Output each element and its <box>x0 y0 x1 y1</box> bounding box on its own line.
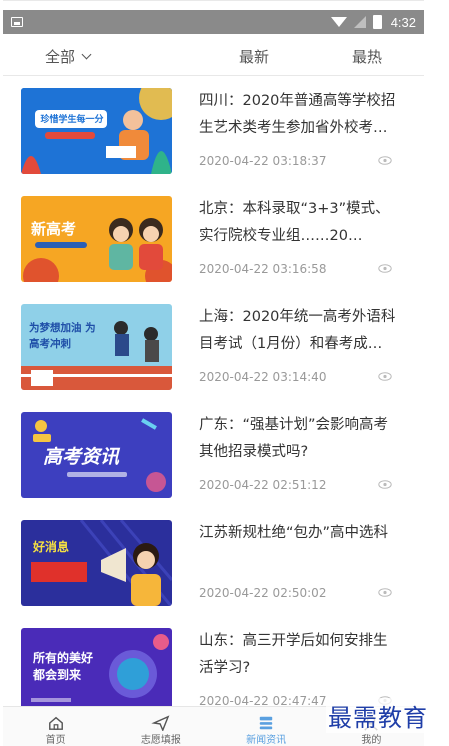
wifi-icon <box>330 17 347 27</box>
article-item[interactable]: 珍惜学生每一分 四川：2020年普通高等学校招生艺术类考生参加省外校考… 202… <box>3 78 424 186</box>
article-date: 2020-04-22 03:14:40 <box>199 370 327 384</box>
article-thumbnail: 新高考 <box>21 196 172 282</box>
tab-latest[interactable]: 最新 <box>239 46 269 67</box>
article-thumbnail: 所有的美好都会到来 <box>21 628 172 710</box>
home-icon <box>48 716 63 730</box>
thumbnail-caption: 为梦想加油 为高考冲刺 <box>29 322 96 350</box>
status-time: 4:32 <box>390 14 416 30</box>
views-eye-icon <box>378 264 392 273</box>
article-title[interactable]: 山东：高三开学后如何安排生活学习? <box>199 628 399 682</box>
article-title[interactable]: 上海：2020年统一高考外语科目考试（1月份）和春考成… <box>199 304 399 358</box>
filter-tabs: 全部 最新 最热 <box>3 36 424 76</box>
article-title[interactable]: 广东：“强基计划”会影响高考其他招录模式吗? <box>199 412 399 466</box>
status-bar: 4:32 <box>3 10 424 34</box>
tab-hottest[interactable]: 最热 <box>352 46 382 67</box>
nav-volunteer-label: 志愿填报 <box>140 735 181 746</box>
nav-news[interactable]: 新闻资讯 <box>214 707 319 746</box>
nav-volunteer[interactable]: 志愿填报 <box>108 707 213 746</box>
article-date: 2020-04-22 03:16:58 <box>199 262 327 276</box>
watermark: 最需教育 <box>326 698 430 733</box>
article-thumbnail: 为梦想加油 为高考冲刺 <box>21 304 172 390</box>
views-eye-icon <box>378 156 392 165</box>
article-item[interactable]: 新高考 北京：本科录取“3+3”模式、实行院校专业组……20… 2020-04-… <box>3 186 424 294</box>
article-date: 2020-04-22 02:50:02 <box>199 586 327 600</box>
article-thumbnail: 珍惜学生每一分 <box>21 88 172 174</box>
thumbnail-caption: 高考资讯 <box>43 446 120 468</box>
nav-news-label: 新闻资讯 <box>246 735 287 746</box>
top-divider <box>3 0 424 1</box>
thumbnail-caption: 所有的美好都会到来 <box>33 651 94 682</box>
article-item[interactable]: 为梦想加油 为高考冲刺 上海：2020年统一高考外语科目考试（1月份）和春考成…… <box>3 294 424 402</box>
article-thumbnail: 好消息 <box>21 520 172 606</box>
send-icon <box>151 715 170 731</box>
chevron-down-icon <box>81 49 92 60</box>
nav-home[interactable]: 首页 <box>3 707 108 746</box>
battery-icon <box>372 15 382 29</box>
signal-icon <box>353 16 366 28</box>
article-title[interactable]: 四川：2020年普通高等学校招生艺术类考生参加省外校考… <box>199 88 399 142</box>
tab-all[interactable]: 全部 <box>45 46 92 67</box>
nav-home-label: 首页 <box>45 735 66 746</box>
article-item[interactable]: 好消息 江苏新规杜绝“包办”高中选科 2020-04-22 02:50:02 <box>3 510 424 618</box>
article-date: 2020-04-22 02:51:12 <box>199 478 327 492</box>
views-eye-icon <box>378 588 392 597</box>
article-thumbnail: 高考资讯 <box>21 412 172 498</box>
right-margin <box>424 0 449 746</box>
views-eye-icon <box>378 372 392 381</box>
article-item[interactable]: 所有的美好都会到来 山东：高三开学后如何安排生活学习? 2020-04-22 0… <box>3 618 424 710</box>
thumbnail-caption: 好消息 <box>33 540 70 554</box>
thumbnail-caption: 新高考 <box>31 220 77 238</box>
views-eye-icon <box>378 480 392 489</box>
thumbnail-caption: 珍惜学生每一分 <box>40 115 104 125</box>
tab-all-label: 全部 <box>45 48 76 66</box>
status-icons: 4:32 <box>330 14 416 30</box>
article-date: 2020-04-22 03:18:37 <box>199 154 327 168</box>
news-icon <box>259 716 273 730</box>
gallery-icon <box>11 17 23 27</box>
nav-mine-label: 我的 <box>361 735 382 746</box>
article-title[interactable]: 江苏新规杜绝“包办”高中选科 <box>199 520 399 574</box>
article-item[interactable]: 高考资讯 广东：“强基计划”会影响高考其他招录模式吗? 2020-04-22 0… <box>3 402 424 510</box>
article-list: 珍惜学生每一分 四川：2020年普通高等学校招生艺术类考生参加省外校考… 202… <box>3 78 424 710</box>
article-title[interactable]: 北京：本科录取“3+3”模式、实行院校专业组……20… <box>199 196 399 250</box>
